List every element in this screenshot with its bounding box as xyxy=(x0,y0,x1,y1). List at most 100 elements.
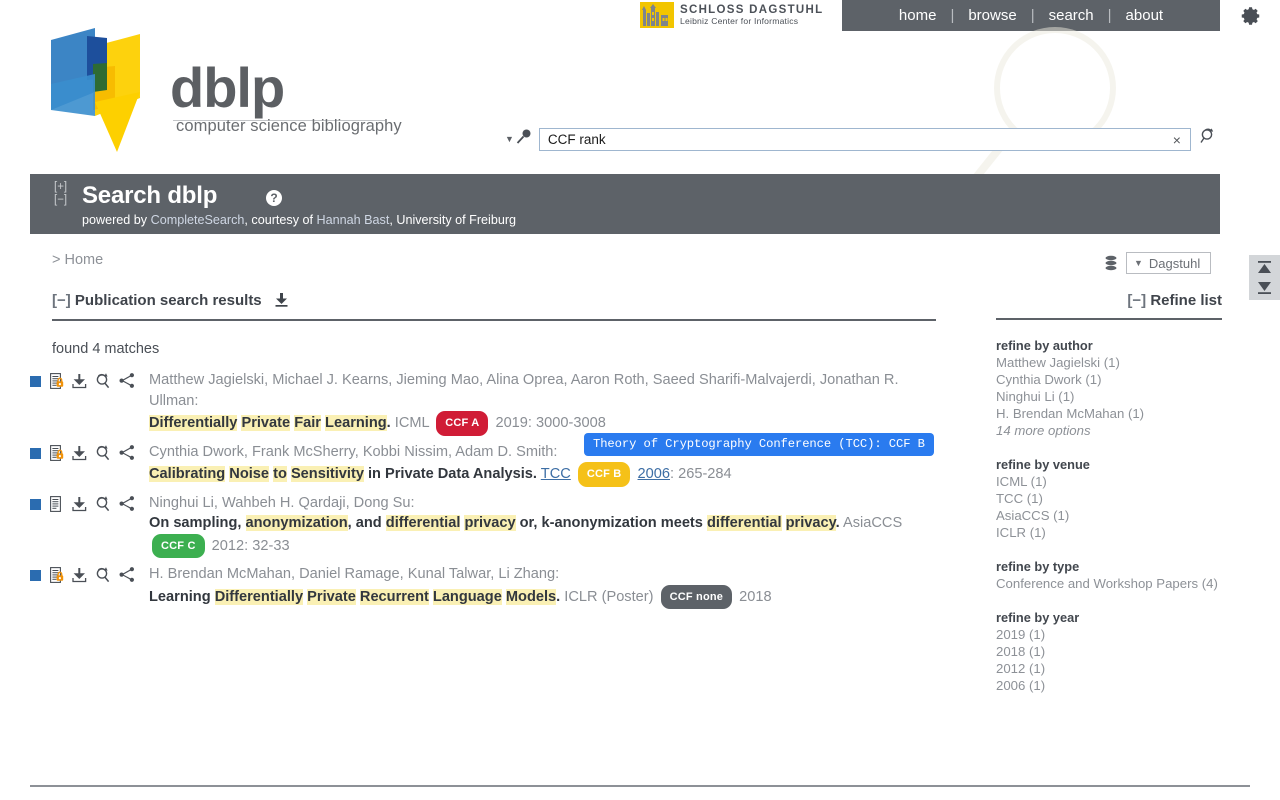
refine-group-title: refine by type xyxy=(996,559,1080,574)
refine-item[interactable]: Conference and Workshop Papers (4) xyxy=(996,575,1222,592)
scroll-to-top-icon[interactable] xyxy=(1256,260,1273,276)
refine-item[interactable]: ICLR (1) xyxy=(996,524,1222,541)
highlighted-term: Sensitivity xyxy=(290,466,364,482)
magnifier-watermark-icon xyxy=(960,20,1150,200)
download-glyph xyxy=(72,374,87,389)
database-select[interactable]: ▼ Dagstuhl xyxy=(1126,252,1212,274)
database-icon[interactable] xyxy=(1104,255,1118,271)
nav-item-browse[interactable]: browse xyxy=(954,7,1030,24)
share-icon[interactable] xyxy=(119,495,135,512)
scroll-to-bottom-icon[interactable] xyxy=(1256,279,1273,295)
main-nav: home | browse | search | about xyxy=(842,0,1220,31)
share-icon[interactable] xyxy=(119,373,135,389)
clear-search-icon[interactable]: × xyxy=(1173,132,1181,148)
result-venue-link[interactable]: TCC xyxy=(541,466,571,482)
result-title[interactable]: On sampling, anonymization, and differen… xyxy=(149,515,840,531)
ccf-rank-badge[interactable]: CCF C xyxy=(152,533,205,558)
results-title: Publication search results xyxy=(74,292,262,309)
found-matches-count: found 4 matches xyxy=(52,341,160,357)
gear-icon[interactable] xyxy=(1240,5,1262,27)
document-icon[interactable] xyxy=(50,495,64,512)
open-access-document-icon[interactable] xyxy=(50,567,64,583)
export-download-icon[interactable] xyxy=(275,293,288,311)
ccf-rank-badge[interactable]: CCF B xyxy=(577,462,631,487)
refine-more-options[interactable]: 14 more options xyxy=(996,422,1222,439)
share-icon[interactable] xyxy=(119,444,135,461)
refine-item[interactable]: AsiaCCS (1) xyxy=(996,507,1222,524)
refine-item[interactable]: H. Brendan McMahan (1) xyxy=(996,405,1222,422)
nav-item-about[interactable]: about xyxy=(1112,7,1178,24)
highlighted-term: Calibrating xyxy=(149,466,226,482)
result-venue[interactable]: ICLR (Poster) xyxy=(564,589,653,605)
refine-item[interactable]: 2006 (1) xyxy=(996,677,1222,694)
download-icon[interactable] xyxy=(72,373,87,389)
result-select-bullet[interactable] xyxy=(30,498,41,510)
search-input[interactable] xyxy=(545,129,1146,149)
result-authors[interactable]: H. Brendan McMahan, Daniel Ramage, Kunal… xyxy=(149,564,772,585)
result-select-bullet[interactable] xyxy=(30,570,41,581)
result-year[interactable]: 2012 xyxy=(212,538,244,554)
download-icon[interactable] xyxy=(72,567,87,583)
result-select-bullet[interactable] xyxy=(30,447,41,459)
share-icon[interactable] xyxy=(119,567,135,583)
hannah-bast-link[interactable]: Hannah Bast xyxy=(317,213,390,227)
refine-item[interactable]: 2018 (1) xyxy=(996,643,1222,660)
database-glyph xyxy=(1105,255,1117,271)
ccf-rank-badge[interactable]: CCF A xyxy=(436,411,489,436)
share-glyph xyxy=(119,444,134,460)
scroll-to-bottom-glyph xyxy=(1258,282,1271,295)
refine-title: Refine list xyxy=(1150,292,1222,309)
nav-item-search[interactable]: search xyxy=(1035,7,1108,24)
result-title[interactable]: Differentially Private Fair Learning. xyxy=(149,415,391,431)
open-access-document-icon[interactable] xyxy=(50,444,64,461)
refine-item[interactable]: 2012 (1) xyxy=(996,660,1222,677)
scroll-to-top-glyph xyxy=(1258,260,1271,273)
refine-item[interactable]: Cynthia Dwork (1) xyxy=(996,371,1222,388)
result-authors[interactable]: Ninghui Li, Wahbeh H. Qardaji, Dong Su: xyxy=(149,493,940,514)
cite-search-icon[interactable] xyxy=(95,495,111,512)
result-year[interactable]: 2006 xyxy=(638,466,670,482)
refine-item[interactable]: 2019 (1) xyxy=(996,626,1222,643)
search-again-icon[interactable] xyxy=(1200,128,1216,150)
help-icon[interactable]: ? xyxy=(266,190,282,206)
cite-search-icon[interactable] xyxy=(95,373,111,389)
result-venue[interactable]: AsiaCCS xyxy=(843,515,902,531)
refine-collapse-button[interactable]: [−] xyxy=(1127,292,1146,309)
results-header: [−] Publication search results xyxy=(52,292,936,321)
highlighted-term: Language xyxy=(432,588,502,605)
result-year[interactable]: 2019 xyxy=(495,415,527,431)
refine-item[interactable]: TCC (1) xyxy=(996,490,1222,507)
nav-item-home[interactable]: home xyxy=(885,7,951,24)
cite-search-icon[interactable] xyxy=(95,567,111,583)
download-icon[interactable] xyxy=(72,445,87,461)
ccf-rank-badge[interactable]: CCF none xyxy=(660,584,733,609)
dagstuhl-logo[interactable]: SCHLOSS DAGSTUHL Leibniz Center for Info… xyxy=(640,2,823,28)
results-collapse-button[interactable]: [−] xyxy=(52,292,71,309)
breadcrumb-prefix: > xyxy=(52,252,61,268)
open-access-document-icon[interactable] xyxy=(50,373,64,389)
result-authors[interactable]: Matthew Jagielski, Michael J. Kearns, Ji… xyxy=(149,370,940,411)
completesearch-link[interactable]: CompleteSearch xyxy=(151,213,245,227)
refine-item[interactable]: Matthew Jagielski (1) xyxy=(996,354,1222,371)
refine-item[interactable]: ICML (1) xyxy=(996,473,1222,490)
result-year-link[interactable]: 2006 xyxy=(638,466,670,482)
headline-collapse-button[interactable]: [−] xyxy=(54,194,67,207)
result-venue[interactable]: ICML xyxy=(395,415,429,431)
result-year[interactable]: 2018 xyxy=(739,589,771,605)
magnifier-icon[interactable] xyxy=(516,128,533,150)
result-select-bullet[interactable] xyxy=(30,376,41,387)
cite-search-icon[interactable] xyxy=(95,444,111,461)
result-title[interactable]: Learning Differentially Private Recurren… xyxy=(149,588,560,605)
result-title[interactable]: Calibrating Noise to Sensitivity in Priv… xyxy=(149,466,537,482)
title-text: , and xyxy=(347,515,386,531)
download-icon[interactable] xyxy=(72,496,87,512)
search-again-glyph xyxy=(1200,128,1214,143)
breadcrumb-item-home[interactable]: Home xyxy=(65,252,104,268)
search-box[interactable]: × xyxy=(538,127,1191,151)
result-body: Ninghui Li, Wahbeh H. Qardaji, Dong Su: O… xyxy=(149,493,940,558)
refine-item[interactable]: Ninghui Li (1) xyxy=(996,388,1222,405)
dblp-logo[interactable]: dblp computer science bibliography xyxy=(30,18,410,158)
search-options-caret-icon[interactable]: ▼ xyxy=(505,134,514,144)
result-venue[interactable]: TCC xyxy=(541,466,571,482)
headline-expand-button[interactable]: [+] xyxy=(54,181,67,194)
